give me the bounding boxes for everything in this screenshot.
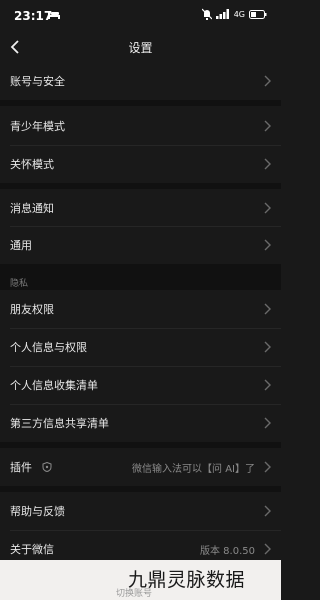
status-time: 23:17 [14, 9, 53, 23]
menu-item-label: 插件 [10, 461, 32, 474]
menu-item-plugins[interactable]: 插件 微信输入法可以【问 AI】了 [0, 448, 281, 486]
menu-item-label: 朋友权限 [10, 303, 54, 316]
chevron-right-icon [264, 158, 271, 170]
network-label: 4G [233, 9, 245, 19]
status-bar: 23:17 4G [0, 0, 281, 32]
menu-item-label: 个人信息与权限 [10, 341, 87, 354]
bed-icon [48, 11, 60, 19]
menu-item-label: 帮助与反馈 [10, 505, 65, 518]
chevron-right-icon [264, 341, 271, 353]
chevron-right-icon [264, 417, 271, 429]
chevron-right-icon [264, 75, 271, 87]
chevron-right-icon [264, 505, 271, 517]
section-gap [0, 100, 281, 106]
menu-item-notifications[interactable]: 消息通知 [0, 189, 281, 227]
page-title: 设置 [128, 41, 153, 55]
shield-icon [42, 462, 52, 472]
menu-item-label: 个人信息收集清单 [10, 379, 98, 392]
chevron-right-icon [264, 543, 271, 555]
status-icons: 4G [201, 8, 267, 20]
section-gap [0, 264, 281, 290]
section-header-privacy: 隐私 [10, 279, 29, 289]
menu-item-care-mode[interactable]: 关怀模式 [0, 145, 281, 183]
menu-item-label: 关于微信 [10, 543, 54, 556]
battery-icon [249, 9, 267, 19]
menu-item-friend-permissions[interactable]: 朋友权限 [0, 290, 281, 328]
nav-bar: 设置 [0, 32, 281, 62]
menu-item-label: 青少年模式 [10, 120, 65, 133]
menu-item-general[interactable]: 通用 [0, 226, 281, 264]
menu-item-label: 通用 [10, 239, 32, 252]
menu-item-label: 关怀模式 [10, 158, 54, 171]
chevron-right-icon [264, 202, 271, 214]
menu-item-label: 消息通知 [10, 202, 54, 215]
menu-item-label: 第三方信息共享清单 [10, 417, 109, 430]
menu-item-third-party-list[interactable]: 第三方信息共享清单 [0, 404, 281, 442]
plugins-value: 微信输入法可以【问 AI】了 [132, 463, 255, 475]
menu-item-teen-mode[interactable]: 青少年模式 [0, 107, 281, 145]
menu-item-account[interactable]: 账号与安全 [0, 62, 281, 100]
menu-item-personal-info-permissions[interactable]: 个人信息与权限 [0, 328, 281, 366]
menu-item-personal-info-list[interactable]: 个人信息收集清单 [0, 366, 281, 404]
about-version: 版本 8.0.50 [200, 545, 255, 557]
signal-icon [215, 9, 229, 19]
menu-item-help[interactable]: 帮助与反馈 [0, 492, 281, 530]
menu-item-label: 账号与安全 [10, 75, 65, 88]
chevron-right-icon [264, 379, 271, 391]
chevron-right-icon [264, 239, 271, 251]
mute-icon [201, 8, 212, 20]
chevron-right-icon [264, 303, 271, 315]
chevron-right-icon [264, 120, 271, 132]
watermark-text: 九鼎灵脉数据 [128, 569, 246, 591]
chevron-right-icon [264, 461, 271, 473]
